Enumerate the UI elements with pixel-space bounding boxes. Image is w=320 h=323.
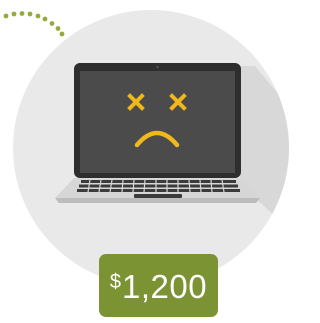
- laptop-screen: [80, 71, 235, 173]
- keyboard: [77, 180, 240, 192]
- dotted-arc-decoration: [3, 11, 65, 37]
- laptop-base-edge: [55, 198, 260, 203]
- price-amount: 1,200: [122, 268, 208, 305]
- price-badge: $ 1,200: [99, 254, 218, 317]
- camera-dot: [156, 65, 159, 69]
- price-currency: $: [109, 271, 122, 293]
- trackpad: [134, 194, 182, 198]
- illustration: $ 1,200: [0, 0, 296, 318]
